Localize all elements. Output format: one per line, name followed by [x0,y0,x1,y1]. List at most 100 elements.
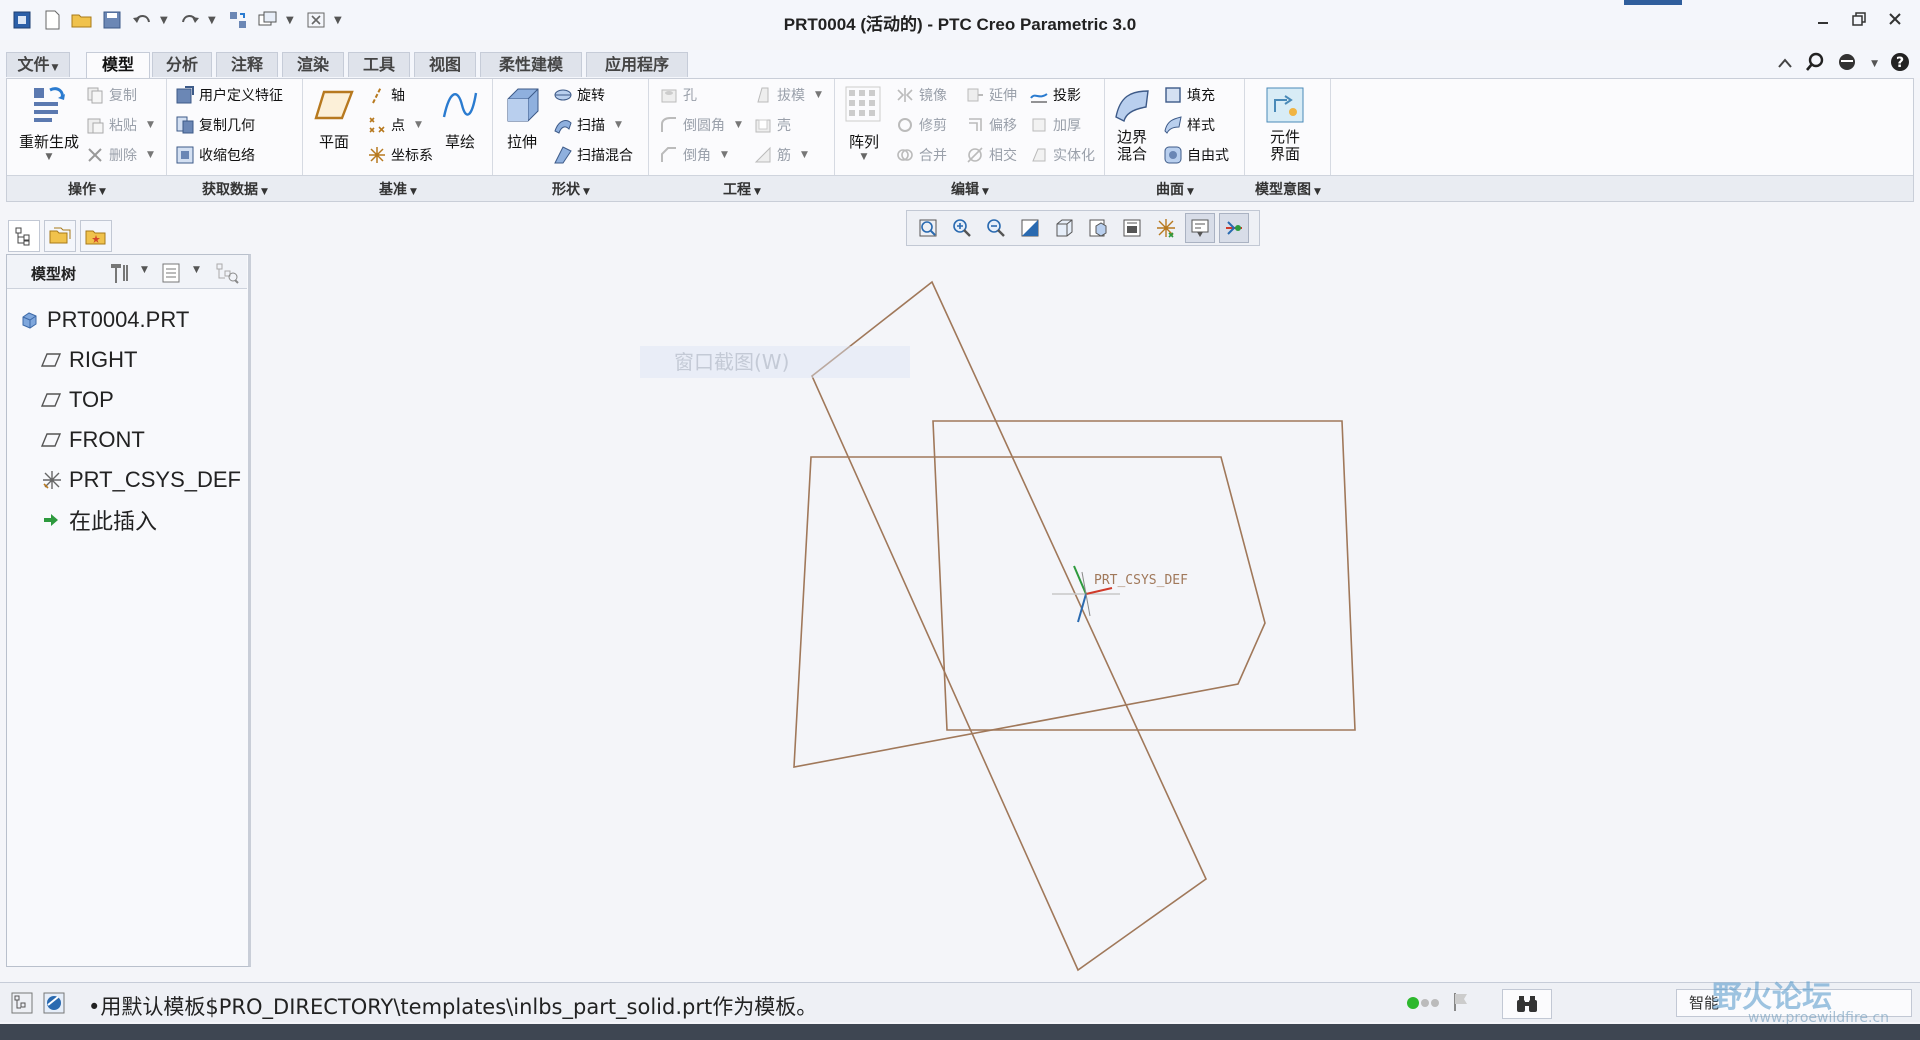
tab-model[interactable]: 模型 [86,52,150,79]
window-screenshot-ghost-menu: 窗口截图(W) [640,346,910,378]
boundary-blend-button[interactable]: 边界混合 [1109,83,1155,163]
offset-button[interactable]: 偏移 [965,113,1017,137]
tree-item-csys[interactable]: PRT_CSYS_DEF [41,465,241,495]
repaint-icon[interactable] [1015,213,1045,243]
plane-button[interactable]: 平面 [309,83,359,152]
paste-button[interactable]: 粘贴 ▼ [85,113,154,137]
help-icon[interactable]: ? [1890,52,1910,76]
tab-render[interactable]: 渲染 [282,52,344,77]
point-button[interactable]: 点 ▼ [367,113,422,137]
shell-icon [753,115,773,135]
group-label-surfaces[interactable]: 曲面 ▼ [1105,179,1245,199]
pattern-button[interactable]: 阵列 ▼ [839,83,889,162]
round-button[interactable]: 倒圆角 ▼ [659,113,742,137]
tree-item-part[interactable]: PRT0004.PRT [19,305,189,335]
group-label-engineering[interactable]: 工程 ▼ [649,179,835,199]
community-icon[interactable] [1837,52,1859,76]
community-dropdown-icon[interactable]: ▼ [1871,59,1878,69]
tab-flexible-modeling[interactable]: 柔性建模 [480,52,582,77]
revolve-button[interactable]: 旋转 [553,83,605,107]
restore-icon[interactable] [1848,8,1870,30]
trim-button[interactable]: 修剪 [895,113,947,137]
delete-button[interactable]: 删除 ▼ [85,143,154,167]
group-label-datum[interactable]: 基准 ▼ [303,179,493,199]
extrude-button[interactable]: 拉伸 [497,83,547,152]
close-icon[interactable] [1884,8,1906,30]
swept-blend-button[interactable]: 扫描混合 [553,143,633,167]
find-binoculars-icon[interactable] [1502,989,1552,1019]
tab-applications[interactable]: 应用程序 [586,52,688,77]
zoom-out-icon[interactable] [981,213,1011,243]
project-button[interactable]: 投影 [1029,83,1081,107]
freestyle-button[interactable]: 自由式 [1163,143,1229,167]
csys-button[interactable]: 坐标系 [367,143,433,167]
toggle-navigator-icon[interactable] [10,991,34,1019]
group-label-editing[interactable]: 编辑 ▼ [835,179,1105,199]
refit-icon[interactable] [913,213,943,243]
annotation-display-icon[interactable] [1185,213,1215,243]
thicken-button[interactable]: 加厚 [1029,113,1081,137]
group-label-operations[interactable]: 操作 ▼ [7,179,167,199]
chamfer-button[interactable]: 倒角 ▼ [659,143,728,167]
tab-file[interactable]: 文件 ▼ [6,52,70,77]
regenerate-dropdown-icon[interactable]: ▼ [9,152,89,162]
hole-button[interactable]: 孔 [659,83,697,107]
component-interface-button[interactable]: 元件界面 [1259,83,1311,163]
style-button[interactable]: 样式 [1163,113,1215,137]
regen-status-icon[interactable] [1406,995,1440,1015]
group-label-model-intent[interactable]: 模型意图 ▼ [1245,179,1331,199]
datum-display-icon[interactable] [1151,213,1181,243]
tab-tools[interactable]: 工具 [348,52,410,77]
group-label-shapes[interactable]: 形状 ▼ [493,179,649,199]
tree-item-front[interactable]: FRONT [41,425,145,455]
tree-item-right[interactable]: RIGHT [41,345,137,375]
group-label-get-data[interactable]: 获取数据 ▼ [167,179,303,199]
saved-orientations-icon[interactable] [1083,213,1113,243]
paste-icon [85,115,105,135]
display-style-icon[interactable] [1049,213,1079,243]
sketch-button[interactable]: 草绘 [433,83,487,152]
search-icon[interactable] [1805,52,1825,76]
ribbon-group-labels: 操作 ▼ 获取数据 ▼ 基准 ▼ 形状 ▼ 工程 ▼ 编辑 ▼ 曲面 ▼ 模型意图 ▼ [7,175,1913,201]
rib-button[interactable]: 筋 ▼ [753,143,808,167]
pattern-dropdown-icon[interactable]: ▼ [839,152,889,162]
mirror-button[interactable]: 镜像 [895,83,947,107]
regenerate-button[interactable]: 重新生成 ▼ [9,83,89,162]
udf-button[interactable]: 用户定义特征 [175,83,283,107]
group-model-intent: 元件界面 [1245,79,1331,175]
settings-dropdown-icon[interactable]: ▼ [141,265,148,275]
shell-button[interactable]: 壳 [753,113,791,137]
view-manager-icon[interactable] [1117,213,1147,243]
tree-item-insert-here[interactable]: 在此插入 [41,505,157,535]
minimize-icon[interactable] [1812,8,1834,30]
merge-button[interactable]: 合并 [895,143,947,167]
show-options-icon[interactable] [161,262,183,288]
solidify-button[interactable]: 实体化 [1029,143,1095,167]
tab-analysis[interactable]: 分析 [152,52,212,77]
tree-item-top[interactable]: TOP [41,385,114,415]
model-tree-tab-icon[interactable] [8,220,40,252]
axis-button[interactable]: 轴 [367,83,405,107]
regenerate-icon [27,83,71,127]
zoom-in-icon[interactable] [947,213,977,243]
draft-button[interactable]: 拔模 ▼ [753,83,822,107]
spin-center-icon[interactable] [1219,213,1249,243]
copy-geometry-button[interactable]: 复制几何 [175,113,255,137]
copy-button[interactable]: 复制 [85,83,137,107]
tab-view[interactable]: 视图 [414,52,476,77]
show-dropdown-icon[interactable]: ▼ [193,265,200,275]
favorites-tab-icon[interactable] [80,220,112,252]
settings-tools-icon[interactable] [107,261,133,289]
fill-button[interactable]: 填充 [1163,83,1215,107]
sweep-button[interactable]: 扫描 ▼ [553,113,622,137]
extend-button[interactable]: 延伸 [965,83,1017,107]
shrinkwrap-button[interactable]: 收缩包络 [175,143,255,167]
collapse-ribbon-icon[interactable] [1777,55,1793,73]
folder-browser-tab-icon[interactable] [44,220,76,252]
intersect-button[interactable]: 相交 [965,143,1017,167]
toggle-browser-icon[interactable] [42,991,66,1019]
graphics-window[interactable]: PRT_CSYS_DEF [256,250,1914,980]
tree-filter-icon[interactable] [215,262,239,288]
tab-annotate[interactable]: 注释 [216,52,278,77]
flag-icon[interactable] [1452,991,1470,1017]
